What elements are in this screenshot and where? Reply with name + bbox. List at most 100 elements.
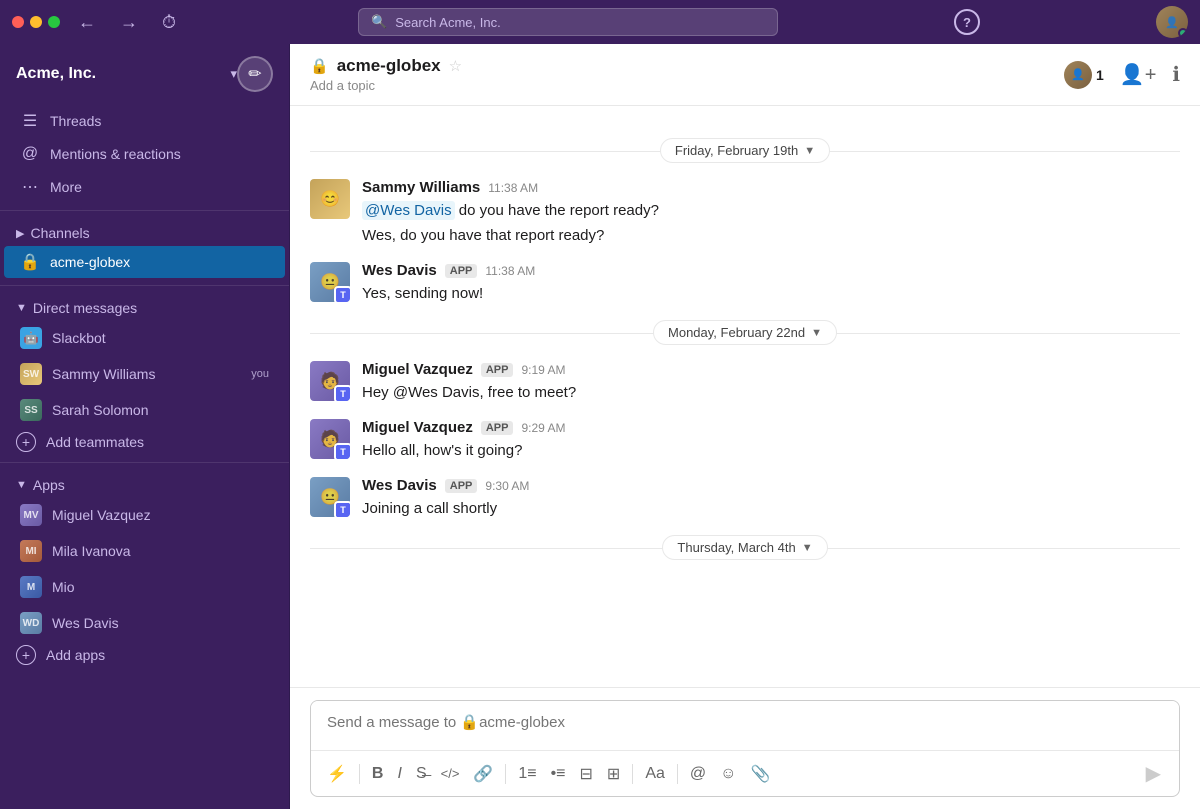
italic-button[interactable]: I	[391, 761, 407, 787]
date-badge-3[interactable]: Thursday, March 4th ▼	[662, 535, 827, 560]
forward-button[interactable]: →	[114, 8, 144, 37]
history-button[interactable]: ⏱	[156, 8, 182, 37]
sidebar-item-sarah-solomon[interactable]: SS Sarah Solomon	[4, 393, 285, 427]
send-button[interactable]: ▶	[1138, 757, 1169, 790]
message-group-4: 🧑 T Miguel Vazquez APP 9:29 AM Hello all…	[310, 419, 1180, 461]
minimize-window-btn[interactable]	[30, 16, 42, 28]
sidebar-item-mio[interactable]: M Mio	[4, 570, 285, 604]
channels-section-header[interactable]: ▶ Channels	[0, 217, 289, 245]
text-size-button[interactable]: Aa	[639, 761, 671, 787]
search-bar[interactable]: 🔍 Search Acme, Inc.	[358, 8, 778, 36]
date-label-2: Monday, February 22nd	[668, 325, 805, 340]
sidebar-item-wes-davis[interactable]: WD Wes Davis	[4, 606, 285, 640]
date-divider-monday: Monday, February 22nd ▼	[310, 320, 1180, 345]
add-member-button[interactable]: 👤+	[1120, 62, 1157, 87]
channel-info-button[interactable]: ℹ	[1172, 62, 1180, 87]
indent-button[interactable]: ⊟	[574, 760, 599, 788]
message-input-box: ⚡ B I S̶ </> 🔗	[310, 700, 1180, 797]
apps-section-label: Apps	[33, 477, 65, 493]
app-badge-overlay-2: T	[334, 385, 350, 401]
channel-name-row: 🔒 acme-globex ☆	[310, 56, 1064, 76]
you-badge: you	[251, 368, 269, 380]
table-button[interactable]: ⊞	[601, 760, 626, 788]
sidebar-item-sammy-williams[interactable]: SW Sammy Williams you	[4, 357, 285, 391]
strikethrough-button[interactable]: S̶	[410, 761, 433, 787]
bold-button[interactable]: B	[366, 761, 390, 787]
ordered-list-button[interactable]: 1≡	[512, 761, 542, 787]
sidebar-item-more[interactable]: ⋯ More	[4, 171, 285, 203]
sidebar-divider-2	[0, 285, 289, 286]
back-button[interactable]: ←	[72, 8, 102, 37]
member-avatar: 👤	[1064, 61, 1092, 89]
app-badge: APP	[445, 264, 478, 278]
message-header-5: Wes Davis APP 9:30 AM	[362, 477, 1180, 494]
channel-header: 🔒 acme-globex ☆ Add a topic 👤 1 👤+ ℹ	[290, 44, 1200, 106]
attach-button[interactable]: 📎	[744, 760, 776, 788]
sidebar-item-mentions[interactable]: @ Mentions & reactions	[4, 139, 285, 169]
message-text-2: Wes, do you have that report ready?	[362, 225, 1180, 246]
lightning-bolt-button[interactable]: ⚡	[321, 760, 353, 788]
search-placeholder: Search Acme, Inc.	[395, 15, 501, 30]
help-button[interactable]: ?	[954, 9, 980, 35]
apps-section-header[interactable]: ▼ Apps	[0, 469, 289, 497]
message-header-2: Wes Davis APP 11:38 AM	[362, 262, 1180, 279]
message-author: Sammy Williams	[362, 179, 480, 196]
teams-icon: T	[340, 290, 346, 300]
compose-icon: ✏	[248, 64, 261, 84]
messages-area[interactable]: Friday, February 19th ▼ 😊 Sammy Williams…	[290, 106, 1200, 687]
compose-button[interactable]: ✏	[237, 56, 273, 92]
message-time: 11:38 AM	[488, 181, 538, 195]
sidebar-item-acme-globex[interactable]: 🔒 acme-globex	[4, 246, 285, 278]
fullscreen-window-btn[interactable]	[48, 16, 60, 28]
member-avatars[interactable]: 👤 1	[1064, 61, 1104, 89]
table-icon: ⊞	[607, 764, 620, 784]
direct-messages-section-header[interactable]: ▼ Direct messages	[0, 292, 289, 320]
sidebar-item-mila-ivanova[interactable]: MI Mila Ivanova	[4, 534, 285, 568]
sidebar-item-slackbot[interactable]: 🤖 Slackbot	[4, 321, 285, 355]
sidebar-item-label: acme-globex	[50, 254, 269, 270]
date-chevron-icon: ▼	[804, 145, 815, 157]
date-badge[interactable]: Friday, February 19th ▼	[660, 138, 830, 163]
user-avatar[interactable]: 👤	[1156, 6, 1188, 38]
message-content-5: Wes Davis APP 9:30 AM Joining a call sho…	[362, 477, 1180, 519]
link-button[interactable]: 🔗	[467, 760, 499, 788]
sidebar-item-label: Threads	[50, 113, 269, 129]
close-window-btn[interactable]	[12, 16, 24, 28]
add-teammates-button[interactable]: + Add teammates	[0, 428, 289, 456]
message-author-2: Wes Davis	[362, 262, 437, 279]
message-author-5: Wes Davis	[362, 477, 437, 494]
window-controls	[12, 16, 60, 28]
date-badge-2[interactable]: Monday, February 22nd ▼	[653, 320, 837, 345]
bullet-list-button[interactable]: •≡	[545, 761, 572, 787]
message-content-3: Miguel Vazquez APP 9:19 AM Hey @Wes Davi…	[362, 361, 1180, 403]
add-apps-circle-icon: +	[16, 645, 36, 665]
sidebar-divider	[0, 210, 289, 211]
sarah-avatar: SS	[20, 399, 42, 421]
app-badge-3: APP	[481, 421, 514, 435]
sidebar-item-label: Mentions & reactions	[50, 146, 269, 162]
add-apps-button[interactable]: + Add apps	[0, 641, 289, 669]
message-text-5: Hello all, how's it going?	[362, 440, 1180, 461]
workspace-header[interactable]: Acme, Inc. ▾ ✏	[0, 44, 289, 104]
emoji-button[interactable]: ☺	[714, 761, 742, 787]
content-area: 🔒 acme-globex ☆ Add a topic 👤 1 👤+ ℹ	[290, 44, 1200, 809]
sidebar: Acme, Inc. ▾ ✏ ☰ Threads @ Mentions & re…	[0, 44, 290, 809]
mention-button[interactable]: @	[684, 761, 712, 787]
app-badge-2: APP	[481, 363, 514, 377]
code-button[interactable]: </>	[435, 762, 466, 785]
message-input[interactable]	[311, 701, 1179, 745]
add-topic-button[interactable]: Add a topic	[310, 78, 1064, 93]
message-text-6: Joining a call shortly	[362, 498, 1180, 519]
star-channel-icon[interactable]: ☆	[449, 57, 462, 75]
toolbar-divider-2	[505, 764, 506, 784]
message-content-4: Miguel Vazquez APP 9:29 AM Hello all, ho…	[362, 419, 1180, 461]
sidebar-item-threads[interactable]: ☰ Threads	[4, 105, 285, 137]
search-icon: 🔍	[371, 14, 387, 30]
threads-icon: ☰	[20, 111, 40, 131]
sidebar-item-label: Mila Ivanova	[52, 543, 269, 559]
apps-chevron-icon: ▼	[16, 479, 27, 491]
dm-section-label: Direct messages	[33, 300, 137, 316]
date-chevron-icon-2: ▼	[811, 327, 822, 339]
date-chevron-icon-3: ▼	[802, 542, 813, 554]
sidebar-item-miguel-vazquez[interactable]: MV Miguel Vazquez	[4, 498, 285, 532]
